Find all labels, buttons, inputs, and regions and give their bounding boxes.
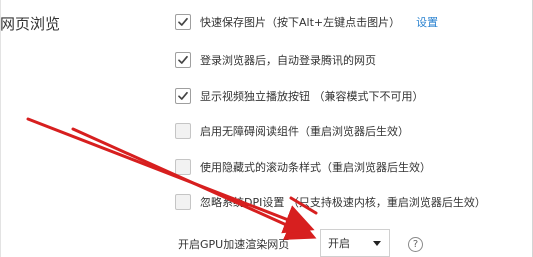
help-icon[interactable]: ? (408, 237, 423, 252)
ignore-dpi-checkbox[interactable] (175, 194, 191, 210)
settings-link[interactable]: 设置 (416, 14, 438, 30)
checkmark-icon (178, 91, 188, 100)
checkmark-icon (178, 17, 188, 26)
chevron-down-icon (373, 241, 381, 246)
accessibility-reader-checkbox[interactable] (175, 123, 191, 139)
gpu-acceleration-select[interactable]: 开启 (320, 229, 390, 257)
video-play-button-checkbox[interactable] (175, 88, 191, 104)
option-row-fast-save-image[interactable]: 快速保存图片（按下Alt+左键点击图片） 设置 (175, 12, 438, 32)
option-row-ignore-dpi[interactable]: 忽略系统DPI设置 （只支持极速内核，重启浏览器后生效） (175, 192, 486, 212)
video-play-button-label: 显示视频独立播放按钮 （兼容模式下不可用） (200, 90, 424, 103)
upper-red-arrow (71, 127, 317, 240)
ignore-dpi-label: 忽略系统DPI设置 （只支持极速内核，重启浏览器后生效） (200, 196, 486, 209)
hidden-scrollbar-checkbox[interactable] (175, 159, 191, 175)
auto-login-label: 登录浏览器后，自动登录腾讯的网页 (200, 54, 376, 67)
option-row-video-play-button[interactable]: 显示视频独立播放按钮 （兼容模式下不可用） (175, 86, 424, 106)
option-row-accessibility-reader[interactable]: 启用无障碍阅读组件（重启浏览器后生效） (175, 121, 409, 141)
option-row-auto-login[interactable]: 登录浏览器后，自动登录腾讯的网页 (175, 50, 376, 70)
section-title: 网页浏览 (0, 15, 61, 33)
gpu-acceleration-selected-value: 开启 (328, 237, 350, 250)
option-row-hidden-scrollbar[interactable]: 使用隐藏式的滚动条样式（重启浏览器后生效） (175, 157, 431, 177)
hidden-scrollbar-label: 使用隐藏式的滚动条样式（重启浏览器后生效） (200, 161, 431, 174)
accessibility-reader-label: 启用无障碍阅读组件（重启浏览器后生效） (200, 125, 409, 138)
left-border (0, 0, 1, 257)
auto-login-checkbox[interactable] (175, 52, 191, 68)
gpu-acceleration-label: 开启GPU加速渲染网页 (178, 238, 290, 251)
checkmark-icon (178, 55, 188, 64)
fast-save-image-checkbox[interactable] (175, 14, 191, 30)
fast-save-image-label: 快速保存图片（按下Alt+左键点击图片） (200, 16, 401, 29)
